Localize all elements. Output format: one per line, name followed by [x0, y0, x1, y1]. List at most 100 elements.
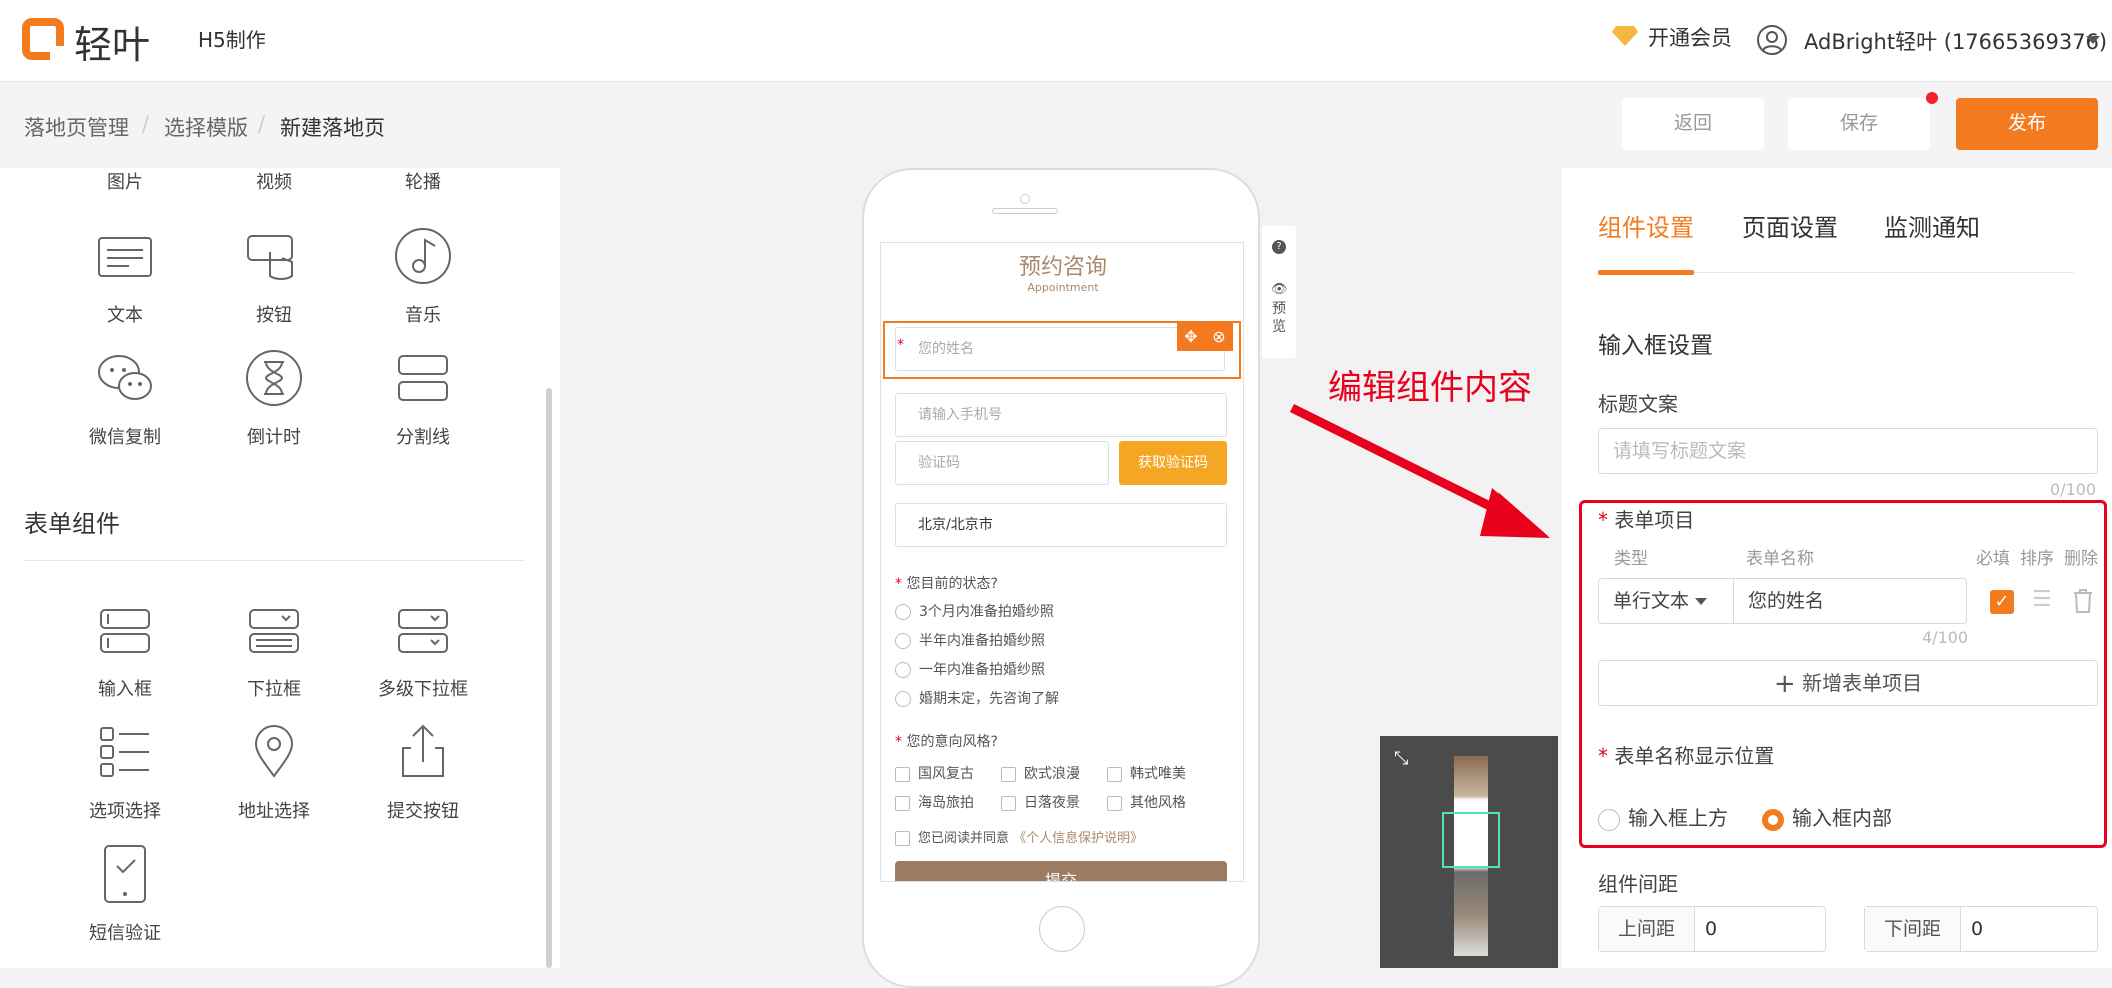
tab-page-settings[interactable]: 页面设置 [1742, 208, 1838, 243]
checkbox-icon[interactable] [1107, 766, 1122, 782]
close-icon[interactable]: ⊗ [1205, 323, 1233, 351]
component-video[interactable]: 视频 [214, 168, 334, 194]
component-button[interactable]: 按钮 [214, 224, 334, 327]
component-label: 提交按钮 [387, 801, 459, 822]
status-option[interactable]: 婚期未定，先咨询了解 [895, 688, 1059, 708]
title-count: 0/100 [2050, 480, 2097, 499]
location-icon [254, 725, 294, 778]
col-sort: 排序 [2020, 549, 2054, 569]
minimap-viewport[interactable] [1442, 812, 1500, 868]
style-option[interactable]: 欧式浪漫 [1001, 763, 1080, 783]
radio-icon[interactable] [895, 633, 911, 649]
privacy-link[interactable]: 《个人信息保护说明》 [1013, 831, 1143, 846]
sort-handle-icon[interactable]: ☰ [2032, 589, 2056, 612]
col-name: 表单名称 [1746, 549, 1814, 569]
user-avatar-icon[interactable] [1756, 24, 1788, 56]
breadcrumb-item[interactable]: 落地页管理 [24, 112, 129, 142]
breadcrumb-sep: / [142, 112, 150, 136]
checkbox-icon[interactable] [895, 831, 910, 846]
breadcrumb-item[interactable]: 选择模版 [164, 112, 248, 142]
component-submit[interactable]: 提交按钮 [363, 720, 483, 823]
status-option[interactable]: 3个月内准备拍婚纱照 [895, 601, 1054, 621]
top-bar: 轻叶 H5制作 开通会员 AdBright轻叶 (17665369376) [0, 0, 2112, 82]
agree-row[interactable]: 您已阅读并同意 《个人信息保护说明》 [895, 827, 1143, 846]
style-option[interactable]: 其他风格 [1107, 792, 1186, 812]
save-button[interactable]: 保存 [1788, 98, 1930, 150]
publish-button[interactable]: 发布 [1956, 98, 2098, 150]
component-label: 输入框 [98, 679, 152, 700]
type-select[interactable]: 单行文本 [1598, 578, 1734, 624]
checkbox-icon[interactable] [895, 795, 910, 811]
preview-toolbar: ? 👁 预览 [1262, 226, 1296, 358]
status-option[interactable]: 半年内准备拍婚纱照 [895, 630, 1045, 650]
nav-h5[interactable]: H5制作 [198, 24, 266, 53]
style-option[interactable]: 日落夜景 [1001, 792, 1080, 812]
chevron-down-icon[interactable] [2086, 36, 2100, 44]
radio-icon[interactable] [895, 662, 911, 678]
checkbox-icon[interactable] [895, 766, 910, 782]
item-name-input[interactable]: 您的姓名 [1733, 578, 1967, 624]
radio-icon[interactable] [895, 691, 911, 707]
help-icon[interactable]: ? [1272, 240, 1286, 254]
component-multi-dropdown[interactable]: 多级下拉框 [363, 598, 483, 701]
component-countdown[interactable]: 倒计时 [214, 346, 334, 449]
section-divider [24, 560, 524, 561]
title-input[interactable]: 请填写标题文案 [1598, 428, 2098, 474]
upload-icon [402, 724, 444, 777]
city-field[interactable]: 北京/北京市 [895, 503, 1227, 547]
add-form-item-button[interactable]: + 新增表单项目 [1598, 660, 2098, 706]
move-icon[interactable]: ✥ [1177, 323, 1205, 351]
submit-button[interactable]: 提交 [895, 861, 1227, 881]
component-options[interactable]: 选项选择 [65, 720, 185, 823]
eye-icon[interactable]: 👁 [1271, 282, 1288, 297]
tab-monitor-notice[interactable]: 监测通知 [1884, 208, 1980, 243]
vip-link[interactable]: 开通会员 [1648, 22, 1732, 52]
text-icon [98, 237, 152, 277]
phone-field[interactable]: 请输入手机号 [895, 393, 1227, 437]
minimap[interactable]: ⤡ [1380, 736, 1558, 968]
checkbox-icon[interactable] [1107, 795, 1122, 811]
preview-button[interactable]: 预览 [1271, 300, 1287, 336]
user-menu[interactable]: AdBright轻叶 (17665369376) [1804, 26, 2107, 56]
component-wechat[interactable]: 微信复制 [65, 346, 185, 449]
component-sms[interactable]: 短信验证 [65, 842, 185, 945]
collapse-icon[interactable]: ⤡ [1394, 748, 1408, 769]
logo-text[interactable]: 轻叶 [74, 14, 150, 69]
multi-dropdown-icon [398, 609, 448, 653]
component-label: 文本 [107, 305, 143, 326]
position-inside-option[interactable]: 输入框内部 [1762, 802, 1892, 831]
logo-icon[interactable] [22, 18, 66, 62]
get-code-button[interactable]: 获取验证码 [1119, 441, 1227, 485]
required-checkbox[interactable]: ✓ [1990, 590, 2014, 614]
component-carousel[interactable]: 轮播 [363, 168, 483, 194]
style-option[interactable]: 海岛旅拍 [895, 792, 974, 812]
component-text[interactable]: 文本 [65, 224, 185, 327]
back-button[interactable]: 返回 [1622, 98, 1764, 150]
bottom-spacing-group[interactable]: 下间距 0 [1864, 906, 2098, 952]
component-image[interactable]: 图片 [65, 168, 185, 194]
component-music[interactable]: 音乐 [363, 224, 483, 327]
checkbox-icon[interactable] [1001, 795, 1016, 811]
trash-icon[interactable] [2072, 588, 2094, 614]
status-option[interactable]: 一年内准备拍婚纱照 [895, 659, 1045, 679]
code-field[interactable]: 验证码 [895, 441, 1109, 485]
component-divider[interactable]: 分割线 [363, 346, 483, 449]
question-style: 您的意向风格? [906, 734, 998, 750]
tab-component-settings[interactable]: 组件设置 [1598, 208, 1694, 243]
name-field[interactable]: 您的姓名 [895, 327, 1225, 371]
style-option[interactable]: 国风复古 [895, 763, 974, 783]
breadcrumb-sep: / [258, 112, 266, 136]
style-option[interactable]: 韩式唯美 [1107, 763, 1186, 783]
top-spacing-group[interactable]: 上间距 0 [1598, 906, 1826, 952]
radio-icon [1598, 808, 1620, 831]
position-above-option[interactable]: 输入框上方 [1598, 802, 1728, 831]
panel-scrollbar[interactable] [546, 388, 552, 968]
checkbox-icon[interactable] [1001, 766, 1016, 782]
section-title: 输入框设置 [1598, 333, 1713, 359]
component-label: 微信复制 [89, 427, 161, 448]
chevron-down-icon [1695, 598, 1708, 605]
component-input[interactable]: 输入框 [65, 598, 185, 701]
component-dropdown[interactable]: 下拉框 [214, 598, 334, 701]
component-address[interactable]: 地址选择 [214, 720, 334, 823]
radio-icon[interactable] [895, 604, 911, 620]
